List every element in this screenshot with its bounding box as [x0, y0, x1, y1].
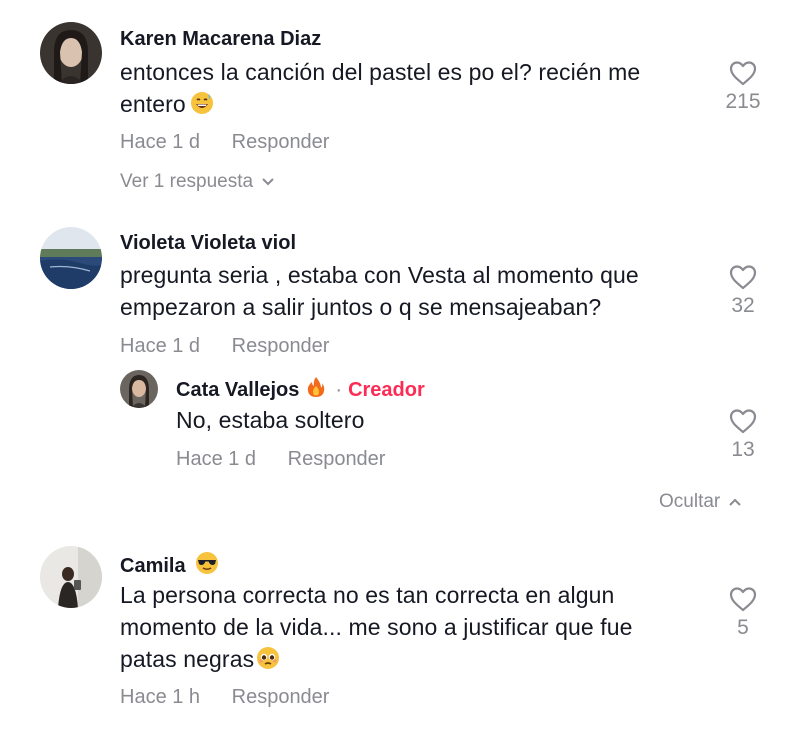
comment-text-line: entonces la canción del pastel es po el?…: [120, 59, 641, 85]
heart-icon: [729, 587, 757, 612]
comment-username[interactable]: Violeta Violeta viol: [120, 232, 296, 255]
comment-text: entonces la canción del pastel es po el?…: [120, 56, 710, 123]
comment-meta: Hace 1 d Responder: [120, 335, 329, 358]
like-button[interactable]: 13: [713, 408, 773, 462]
comment-text: pregunta seria , estaba con Vesta al mom…: [120, 259, 720, 323]
comment-text-line: pregunta seria , estaba con Vesta al mom…: [120, 262, 639, 288]
reply-button[interactable]: Responder: [288, 448, 386, 470]
like-button[interactable]: 215: [713, 60, 773, 114]
comment-meta: Hace 1 d Responder: [120, 131, 329, 154]
comment-text-line: La persona correcta no es tan correcta e…: [120, 582, 615, 608]
comment-text-line: entero: [120, 88, 710, 123]
like-count: 13: [731, 438, 755, 461]
comment-text-line: empezaron a salir juntos o q se mensajea…: [120, 294, 602, 320]
fire-emoji: [307, 376, 325, 404]
comment-header: Camila: [120, 551, 219, 581]
reply-meta: Hace 1 d Responder: [176, 448, 385, 471]
like-count: 5: [737, 616, 749, 639]
reply-text: No, estaba soltero: [176, 407, 365, 433]
grinning-sweat-emoji: [190, 91, 214, 123]
like-button[interactable]: 5: [713, 586, 773, 640]
reply-timestamp: Hace 1 d: [176, 448, 257, 470]
avatar[interactable]: [40, 227, 102, 289]
heart-icon: [729, 61, 757, 86]
comment-timestamp: Hace 1 d: [120, 335, 201, 357]
reply-button[interactable]: Responder: [232, 131, 330, 153]
heart-icon: [729, 265, 757, 290]
reply-button[interactable]: Responder: [232, 686, 330, 708]
like-count: 32: [731, 294, 755, 317]
reply-button[interactable]: Responder: [232, 335, 330, 357]
avatar[interactable]: [40, 22, 102, 84]
comment-text-fragment: entero: [120, 91, 186, 117]
reply-avatar[interactable]: [120, 370, 158, 408]
comment-username[interactable]: Karen Macarena Diaz: [120, 28, 321, 51]
comment-text: La persona correcta no es tan correcta e…: [120, 579, 720, 678]
comment-meta: Hace 1 h Responder: [120, 686, 329, 709]
comment-text-line: patas negras: [120, 643, 720, 678]
comment-username[interactable]: Camila: [120, 555, 186, 578]
comment-text-line: momento de la vida... me sono a justific…: [120, 614, 633, 640]
comment-timestamp: Hace 1 h: [120, 686, 201, 708]
view-replies-label: Ver 1 respuesta: [120, 171, 254, 192]
reply-username[interactable]: Cata Vallejos: [176, 379, 299, 402]
sunglasses-emoji: [195, 551, 219, 581]
pleading-face-emoji: [256, 646, 280, 678]
hide-replies-button[interactable]: Ocultar: [659, 491, 742, 513]
hide-replies-label: Ocultar: [659, 491, 721, 512]
heart-icon: [729, 409, 757, 434]
comment-text-fragment: patas negras: [120, 646, 255, 672]
view-replies-button[interactable]: Ver 1 respuesta: [120, 171, 275, 193]
comment-timestamp: Hace 1 d: [120, 131, 201, 153]
separator-dot: ·: [335, 378, 343, 401]
like-count: 215: [725, 90, 761, 113]
creator-badge: Creador: [348, 378, 425, 401]
chevron-up-icon: [729, 498, 741, 506]
reply-header: Cata Vallejos · Creador: [176, 376, 425, 404]
like-button[interactable]: 32: [713, 264, 773, 318]
avatar[interactable]: [40, 546, 102, 608]
chevron-down-icon: [262, 178, 274, 186]
